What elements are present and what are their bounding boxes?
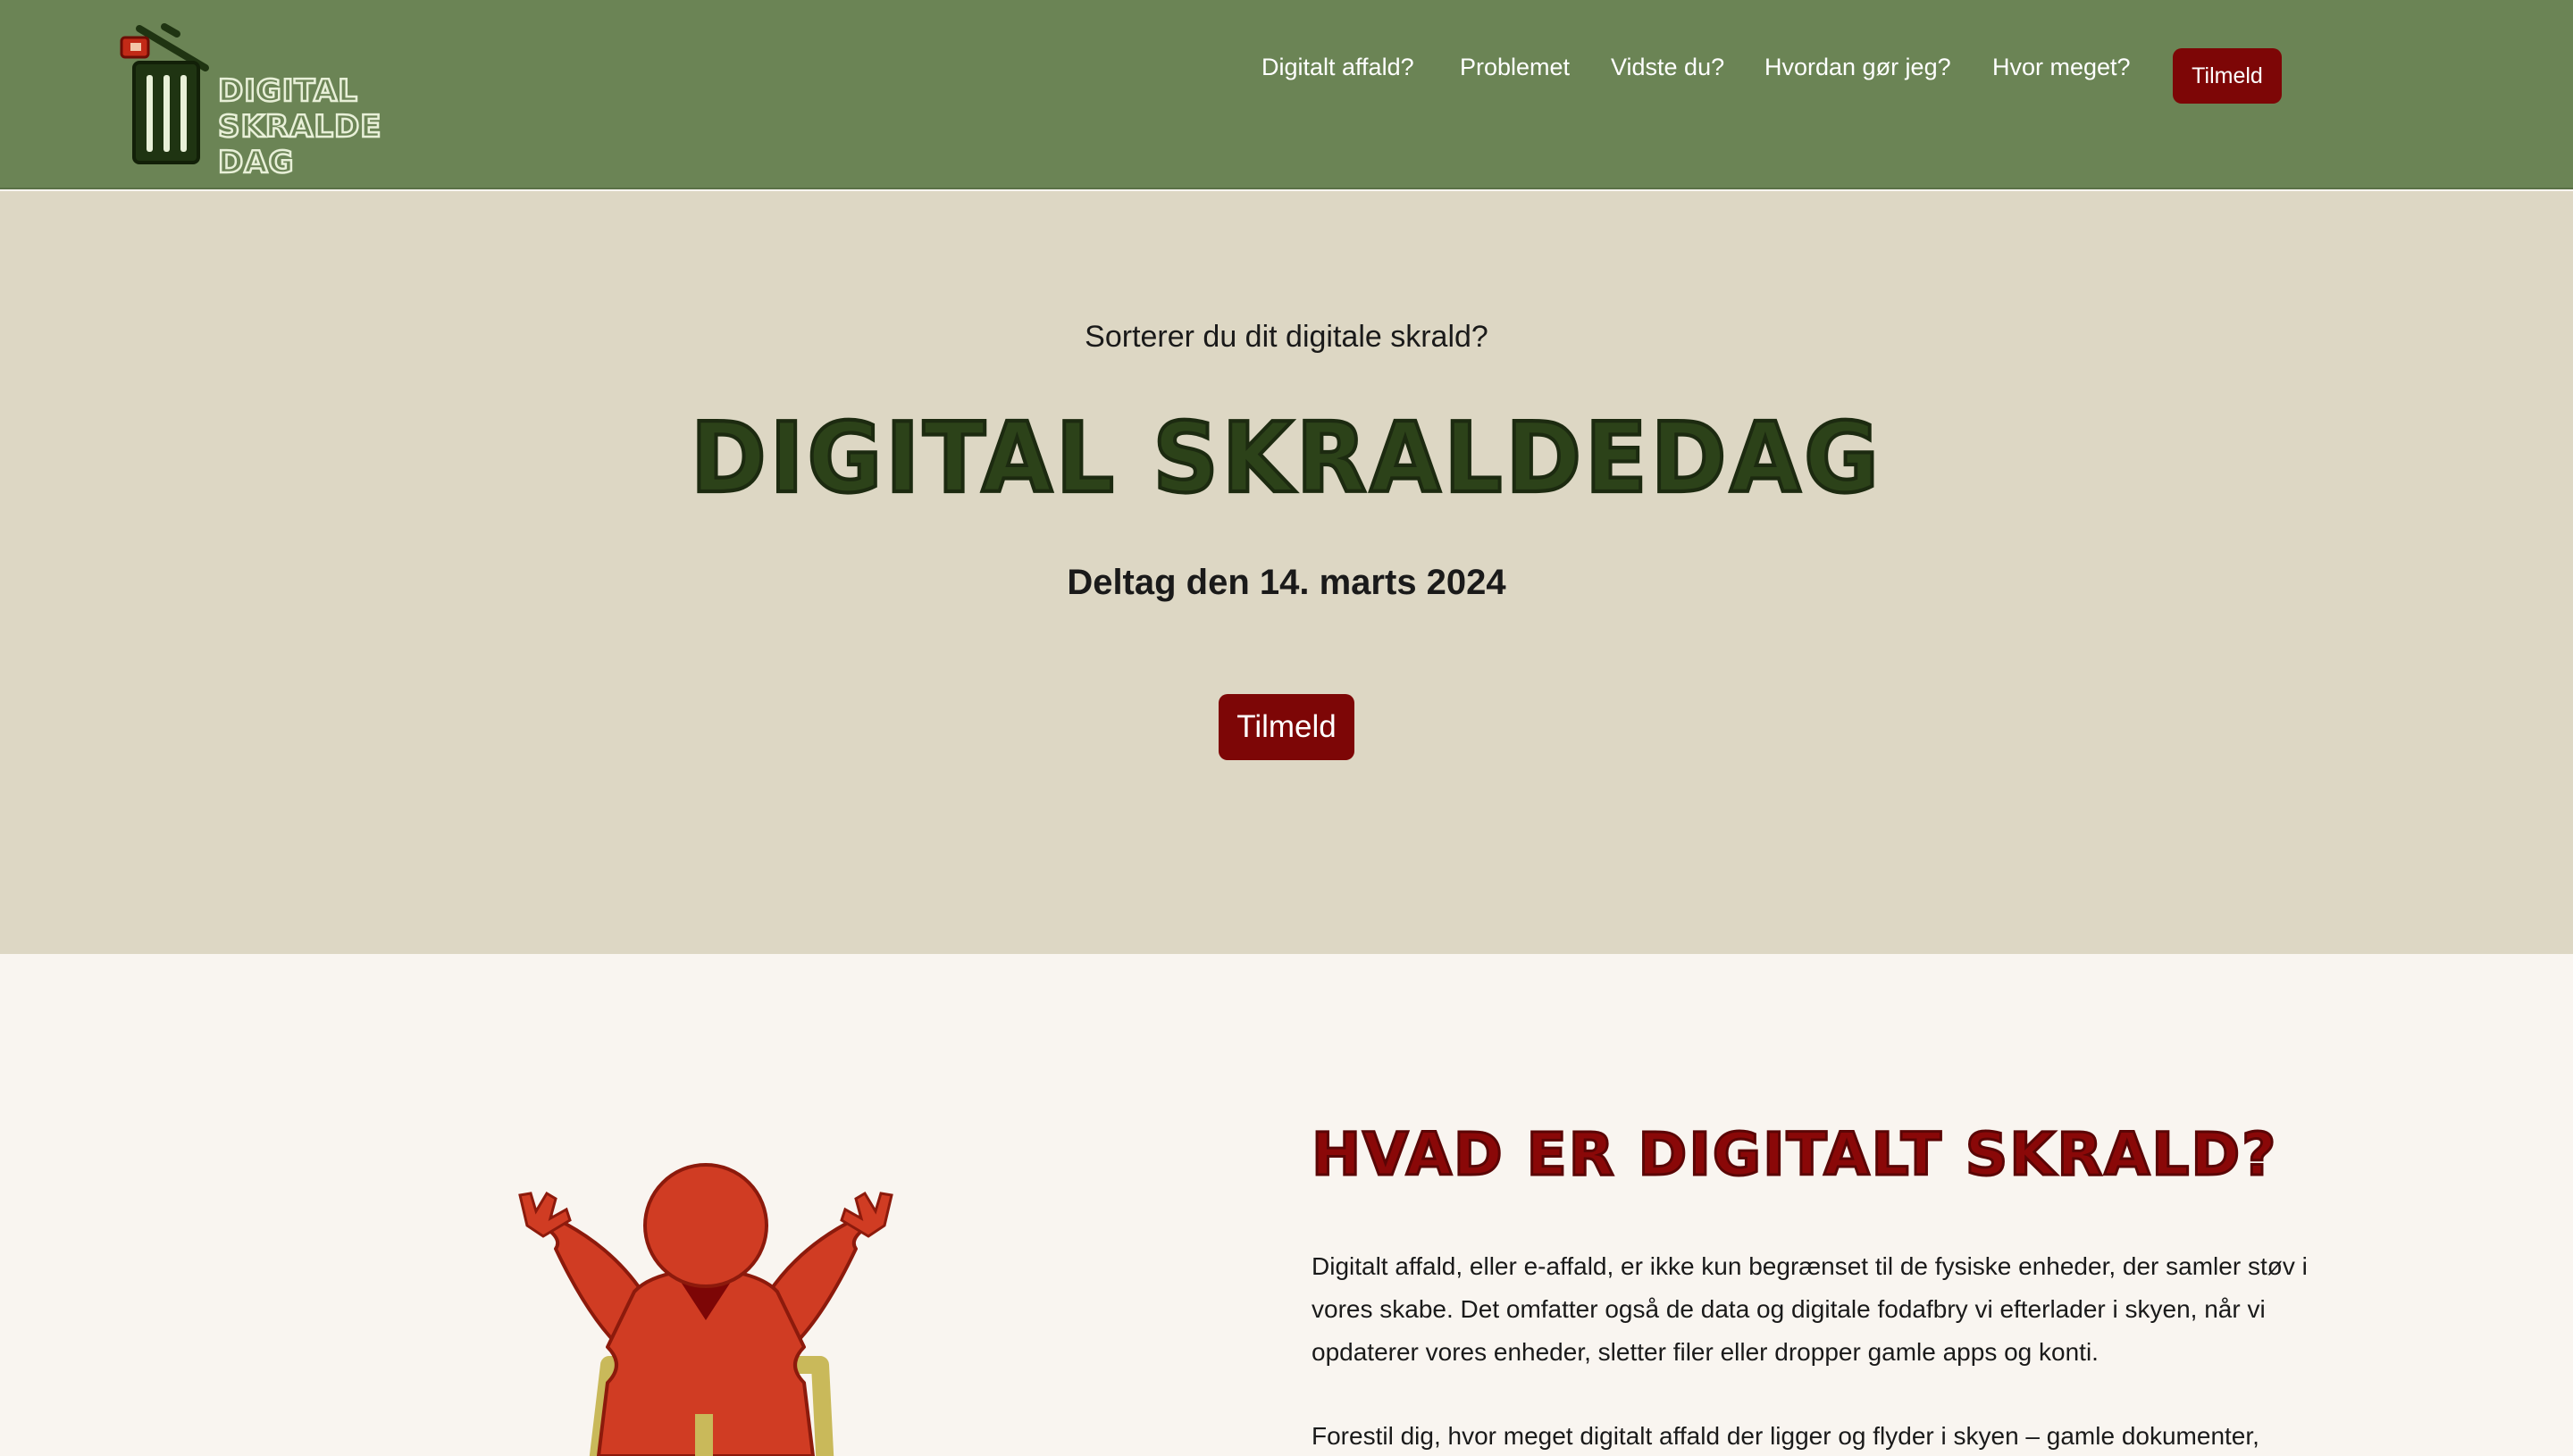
main-nav: Digitalt affald? Problemet Vidste du? Hv…: [0, 48, 2573, 111]
nav-link-digitalt-affald[interactable]: Digitalt affald?: [1261, 54, 1414, 81]
nav-link-vidste-du[interactable]: Vidste du?: [1611, 54, 1724, 81]
shrugging-person-illustration: [518, 1163, 893, 1456]
hero-title: DIGITAL SKRALDEDAG: [689, 400, 1883, 516]
section-paragraph-1: Digitalt affald, eller e-affald, er ikke…: [1312, 1252, 2308, 1366]
logo-line-2: SKRALDE: [217, 108, 382, 146]
hero-date: Deltag den 14. marts 2024: [1067, 563, 1506, 602]
section-title: HVAD ER DIGITALT SKRALD?: [1311, 1119, 2278, 1191]
nav-link-hvordan-gor-jeg[interactable]: Hvordan gør jeg?: [1764, 54, 1951, 81]
section-paragraph-2: Forestil dig, hvor meget digitalt affald…: [1312, 1422, 2259, 1450]
nav-signup-button[interactable]: Tilmeld: [2173, 48, 2282, 104]
site-header: DIGITAL SKRALDE DAG Digitalt affald? Pro…: [0, 0, 2573, 189]
what-is-digital-waste-section: HVAD ER DIGITALT SKRALD? Digitalt affald…: [0, 954, 2573, 1456]
hero-signup-button[interactable]: Tilmeld: [1219, 694, 1354, 760]
nav-link-hvor-meget[interactable]: Hvor meget?: [1992, 54, 2131, 81]
nav-link-problemet[interactable]: Problemet: [1460, 54, 1570, 81]
logo-line-3: DAG: [217, 144, 295, 182]
hero-section: Sorterer du dit digitale skrald? DIGITAL…: [0, 191, 2573, 954]
hero-subtitle: Sorterer du dit digitale skrald?: [1085, 320, 1488, 354]
